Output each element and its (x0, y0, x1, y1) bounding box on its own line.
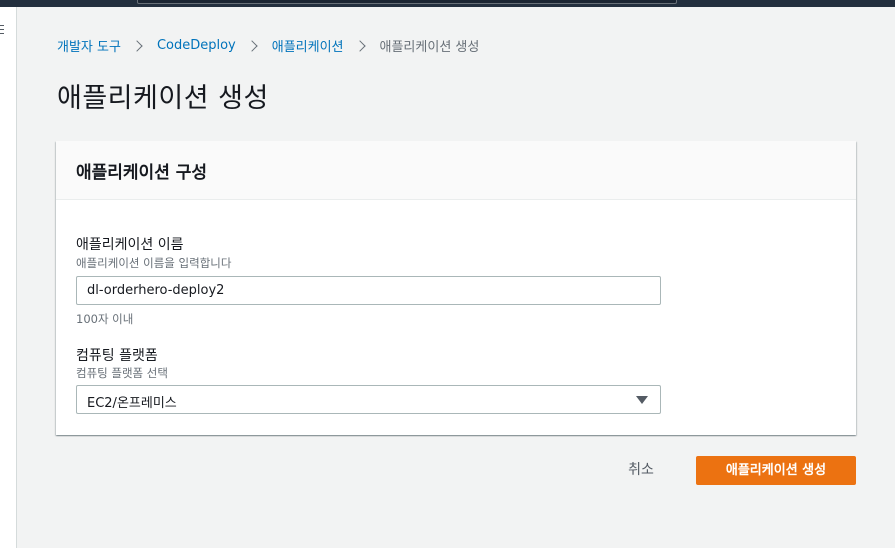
chevron-right-icon (246, 39, 258, 52)
breadcrumb-applications[interactable]: 애플리케이션 (272, 36, 344, 55)
platform-select[interactable]: EC2/온프레미스 (76, 385, 661, 414)
top-nav-bar (0, 0, 895, 7)
breadcrumb-codedeploy[interactable]: CodeDeploy (157, 38, 236, 53)
panel-title: 애플리케이션 구성 (76, 163, 208, 183)
breadcrumb-current: 애플리케이션 생성 (379, 40, 480, 55)
application-config-panel: 애플리케이션 구성 애플리케이션 이름 애플리케이션 이름을 입력합니다 100… (56, 141, 856, 435)
caret-down-icon (636, 396, 648, 404)
panel-header: 애플리케이션 구성 (56, 141, 856, 200)
cancel-button[interactable]: 취소 (608, 456, 674, 485)
breadcrumb: 개발자 도구 CodeDeploy 애플리케이션 애플리케이션 생성 (57, 36, 479, 55)
platform-label: 컴퓨팅 플랫폼 (76, 348, 158, 364)
global-search-bar[interactable] (137, 0, 677, 4)
app-name-label: 애플리케이션 이름 (76, 237, 184, 253)
chevron-right-icon (131, 39, 143, 52)
app-name-input[interactable] (76, 276, 661, 305)
hamburger-menu-icon[interactable] (0, 25, 4, 37)
platform-description: 컴퓨팅 플랫폼 선택 (76, 366, 168, 380)
breadcrumb-developer-tools[interactable]: 개발자 도구 (57, 36, 121, 55)
platform-selected-value: EC2/온프레미스 (87, 396, 177, 411)
side-nav-rail (0, 7, 17, 548)
chevron-right-icon (353, 39, 366, 52)
app-name-constraint: 100자 이내 (76, 312, 134, 326)
app-name-description: 애플리케이션 이름을 입력합니다 (76, 256, 232, 270)
page-title: 애플리케이션 생성 (57, 83, 269, 114)
create-application-button[interactable]: 애플리케이션 생성 (696, 456, 856, 485)
